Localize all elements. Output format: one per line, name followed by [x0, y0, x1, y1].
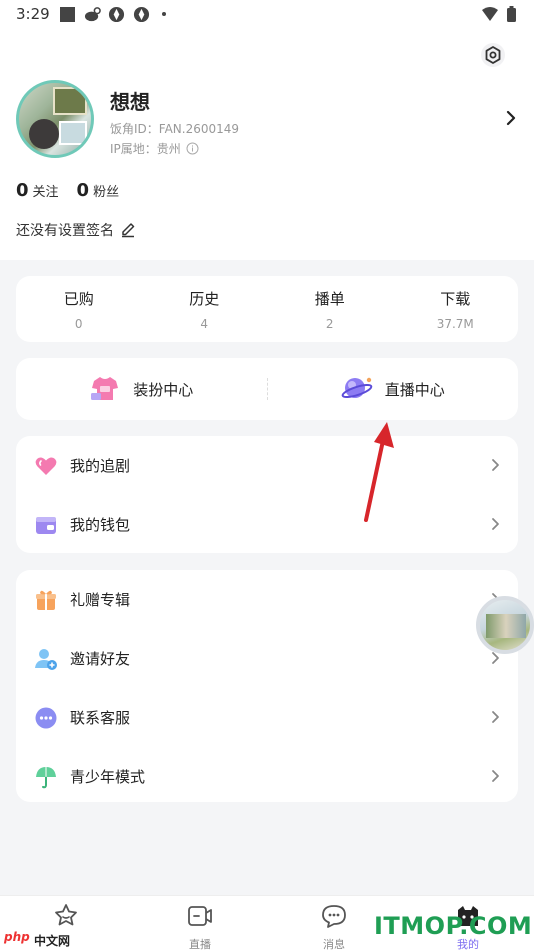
chevron-right-icon: [492, 711, 499, 723]
settings-gear-icon[interactable]: [480, 42, 506, 68]
status-time: 3:29: [16, 5, 50, 23]
quick-item-playlist[interactable]: 播单 2: [267, 276, 393, 342]
menu-label: 邀请好友: [70, 650, 131, 668]
heart-icon: [35, 457, 57, 475]
quick-label: 历史: [189, 290, 220, 308]
profile-header: 想想 饭角ID：FAN.2600149 IP属地：贵州 0 关注 0 粉丝 还没…: [0, 30, 534, 260]
signature-text: 还没有设置签名: [16, 223, 114, 239]
chevron-right-icon: [492, 770, 499, 782]
app-notification-icon: [133, 6, 150, 23]
app-notification-icon: [108, 6, 125, 23]
gift-icon: [36, 590, 56, 610]
menu-label: 我的追剧: [70, 457, 131, 475]
live-center-label: 直播中心: [384, 380, 445, 399]
menu-item-my-wallet[interactable]: 我的钱包: [16, 495, 518, 554]
chat-bubble-icon: [35, 707, 57, 728]
chevron-right-icon: [492, 518, 499, 530]
follow-stats: 0 关注 0 粉丝: [16, 180, 119, 201]
following-count[interactable]: 0: [16, 180, 29, 201]
dress-up-center-label: 装扮中心: [133, 380, 194, 399]
menu-group-2: 礼赠专辑 邀请好友 联系客服 青少年模式: [16, 570, 518, 802]
quick-value: 2: [325, 317, 334, 331]
signal-battery-icon: [482, 6, 516, 22]
nav-home[interactable]: [26, 902, 106, 936]
notification-icon: [60, 7, 75, 22]
nickname: 想想: [110, 90, 150, 114]
menu-label: 礼赠专辑: [70, 591, 131, 609]
avatar[interactable]: [16, 80, 94, 158]
nav-label: 消息: [323, 938, 345, 950]
fans-label[interactable]: 粉丝: [93, 181, 119, 200]
quick-label: 播单: [314, 290, 345, 308]
weibo-icon: [84, 7, 101, 22]
quick-label: 下载: [440, 290, 471, 308]
quick-label: 已购: [63, 290, 94, 308]
more-notifications-dot: [162, 12, 166, 16]
user-id: 饭角ID：FAN.2600149: [110, 122, 240, 136]
menu-item-customer-service[interactable]: 联系客服: [16, 688, 518, 747]
quick-value: 37.7M: [436, 317, 474, 331]
watermark-itmop: ITMOP.COM: [374, 912, 533, 940]
wallet-icon: [36, 516, 56, 534]
menu-group-1: 我的追剧 我的钱包: [16, 436, 518, 553]
profile-chevron-right-icon[interactable]: [504, 110, 518, 126]
centers-card: 装扮中心 直播中心: [16, 358, 518, 420]
video-camera-icon: [188, 906, 212, 926]
nav-live[interactable]: 直播: [160, 902, 240, 950]
watermark-php: php: [4, 930, 30, 944]
chevron-right-icon: [492, 459, 499, 471]
quick-item-history[interactable]: 历史 4: [142, 276, 268, 342]
fans-count[interactable]: 0: [77, 180, 90, 201]
message-bubble-icon: [322, 905, 346, 928]
quick-value: 0: [74, 317, 83, 331]
quick-stats-card: 已购 0 历史 4 播单 2 下载 37.7M: [16, 276, 518, 342]
quick-value: 4: [200, 317, 209, 331]
nav-messages[interactable]: 消息: [294, 902, 374, 950]
floating-player-thumbnail[interactable]: [476, 596, 534, 654]
menu-label: 青少年模式: [70, 768, 146, 786]
tshirt-icon: [91, 377, 119, 400]
nav-label: 直播: [189, 938, 211, 950]
edit-pencil-icon[interactable]: [120, 222, 136, 238]
home-star-icon: [55, 904, 77, 926]
quick-item-downloads[interactable]: 下载 37.7M: [393, 276, 519, 342]
menu-item-youth-mode[interactable]: 青少年模式: [16, 747, 518, 806]
add-user-icon: [35, 648, 57, 670]
info-icon[interactable]: [186, 142, 199, 155]
menu-item-my-dramas[interactable]: 我的追剧: [16, 436, 518, 495]
menu-item-invite-friends[interactable]: 邀请好友: [16, 629, 518, 688]
menu-label: 我的钱包: [70, 516, 131, 534]
live-center-button[interactable]: 直播中心: [268, 374, 519, 404]
watermark-cn: 中文网: [34, 934, 71, 948]
menu-item-gift-album[interactable]: 礼赠专辑: [16, 570, 518, 629]
menu-label: 联系客服: [70, 709, 131, 727]
dress-up-center-button[interactable]: 装扮中心: [16, 374, 267, 404]
quick-item-purchased[interactable]: 已购 0: [16, 276, 142, 342]
status-bar: 3:29: [0, 0, 534, 30]
ip-location: IP属地：贵州: [110, 142, 181, 156]
signature[interactable]: 还没有设置签名: [16, 220, 136, 240]
annotation-arrow: [364, 422, 394, 522]
umbrella-icon: [36, 766, 56, 788]
following-label[interactable]: 关注: [33, 181, 59, 200]
live-planet-icon: [341, 377, 373, 398]
